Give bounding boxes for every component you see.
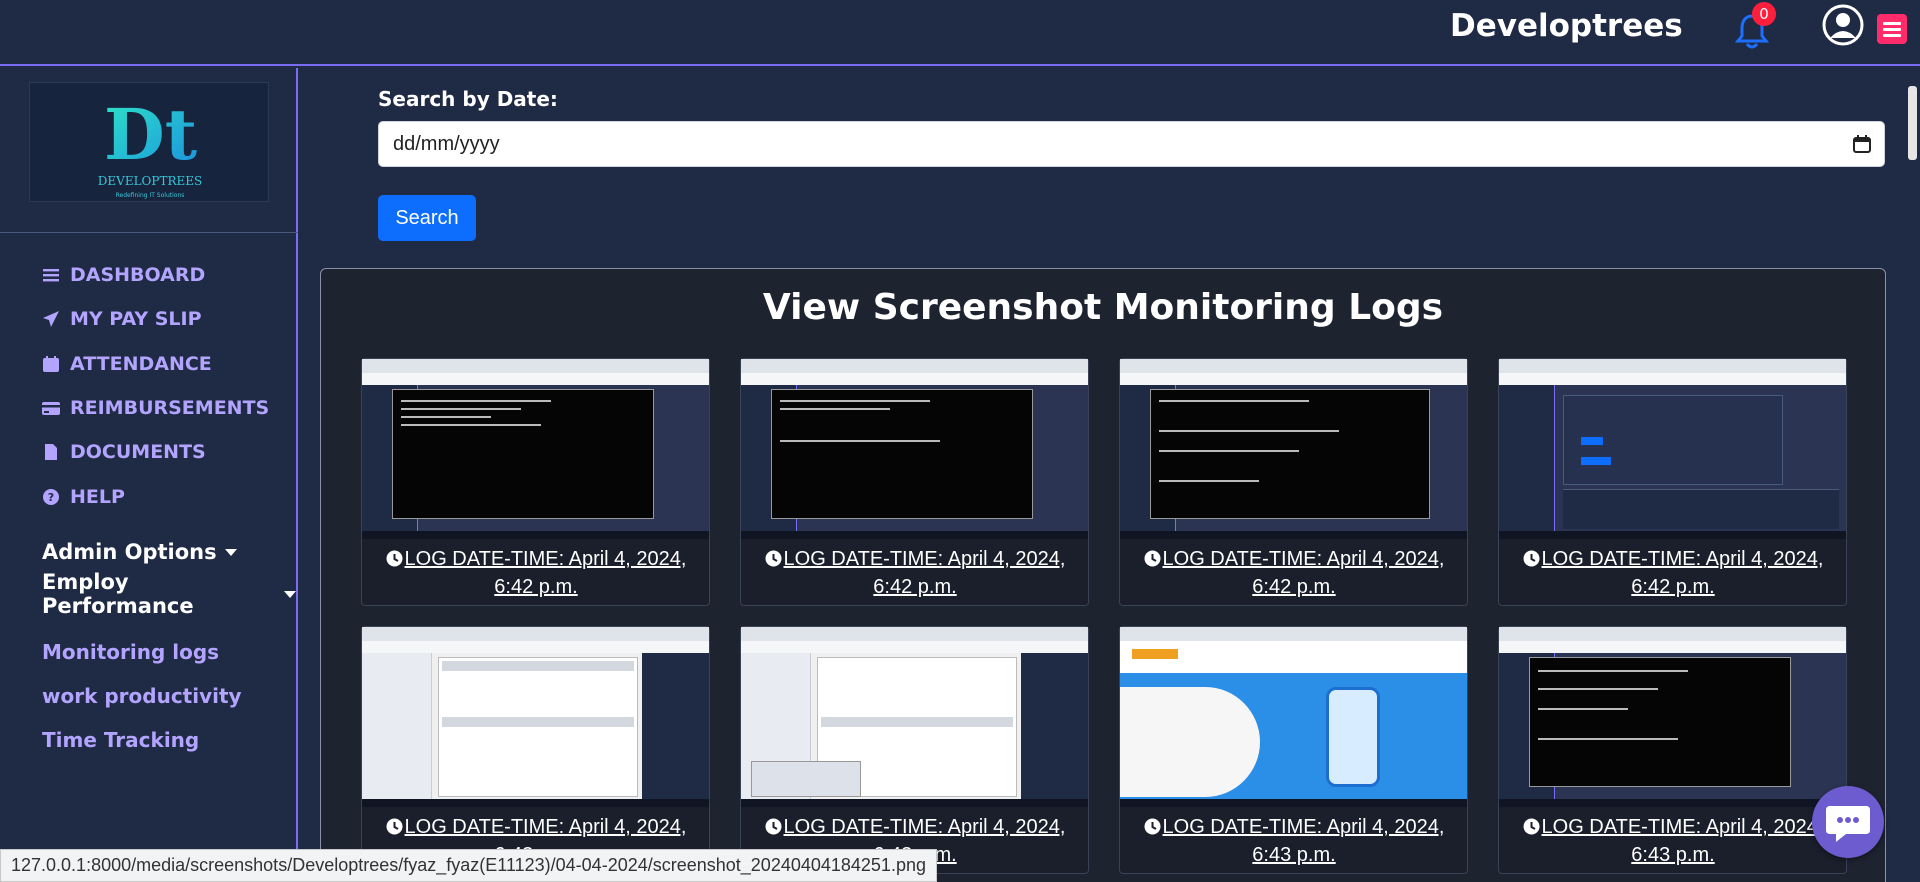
log-caption-link[interactable]: LOG DATE-TIME: April 4, 2024, 6:42 p.m. [747,545,1083,601]
log-card[interactable]: LOG DATE-TIME: April 4, 2024, 6:42 p.m. [740,358,1089,606]
page-scrollbar[interactable] [1905,68,1920,882]
screenshot-thumbnail[interactable] [1499,359,1846,539]
nav-label: DASHBOARD [70,264,206,286]
log-card[interactable]: LOG DATE-TIME: April 4, 2024, 6:42 p.m. [1119,358,1468,606]
notification-badge: 0 [1752,2,1776,26]
nav-label: MY PAY SLIP [70,308,202,330]
nav-label: HELP [70,486,125,508]
log-caption-link[interactable]: LOG DATE-TIME: April 4, 2024, 6:42 p.m. [1505,545,1841,601]
file-icon [45,444,57,460]
screenshot-thumbnail[interactable] [362,627,709,807]
search-button[interactable]: Search [378,195,476,241]
clock-icon [1523,550,1540,567]
chat-bubble-icon [1826,806,1870,842]
clock-icon [386,818,403,835]
brand-title[interactable]: Developtrees [1450,8,1683,44]
clock-icon [1144,818,1161,835]
log-caption-link[interactable]: LOG DATE-TIME: April 4, 2024, 6:43 p.m. [1505,813,1841,869]
credit-card-icon [42,402,60,415]
nav-dashboard[interactable]: DASHBOARD [42,261,205,289]
employ-performance-dropdown[interactable]: Employ Performance [42,570,296,618]
logo-graphic: Dt DEVELOPTREES Redefining IT Solutions [98,93,202,199]
clock-icon [1523,818,1540,835]
caret-down-icon [284,590,296,598]
nav-label: REIMBURSEMENTS [70,397,270,419]
nav-my-pay-slip[interactable]: MY PAY SLIP [42,305,202,333]
nav-documents[interactable]: DOCUMENTS [42,438,206,466]
main-content: Search by Date: dd/mm/yyyy Search View S… [300,68,1905,882]
scrollbar-thumb[interactable] [1908,86,1917,160]
log-caption-link[interactable]: LOG DATE-TIME: April 4, 2024, 6:42 p.m. [368,545,704,601]
screenshot-thumbnail[interactable] [362,359,709,539]
menu-bar [1883,34,1901,37]
clock-icon [765,818,782,835]
log-card[interactable]: LOG DATE-TIME: April 4, 2024, 6:42 p.m. [1498,358,1847,606]
panel-title: View Screenshot Monitoring Logs [762,287,1444,328]
log-card[interactable]: LOG DATE-TIME: April 4, 2024, 6:42 p.m. [361,358,710,606]
question-icon: ? [43,489,59,505]
employ-performance-label: Employ Performance [42,570,194,618]
nav-help[interactable]: ? HELP [42,483,125,511]
link-time-tracking[interactable]: Time Tracking [42,728,199,752]
company-logo[interactable]: Dt DEVELOPTREES Redefining IT Solutions [29,82,269,202]
admin-options-dropdown[interactable]: Admin Options [42,540,237,564]
nav-reimbursements[interactable]: REIMBURSEMENTS [42,394,269,422]
status-bar-url: 127.0.0.1:8000/media/screenshots/Develop… [0,849,937,882]
log-card[interactable]: LOG DATE-TIME: April 4, 2024, 6:43 p.m. [740,626,1089,874]
search-by-date-label: Search by Date: [378,87,558,111]
admin-options-label: Admin Options [42,540,217,564]
chat-button[interactable] [1812,786,1884,858]
clock-icon [765,550,782,567]
paper-plane-icon [43,311,59,327]
hamburger-menu-button[interactable] [1877,14,1907,44]
screenshot-thumbnail[interactable] [741,627,1088,807]
caret-down-icon [224,548,237,556]
link-work-productivity[interactable]: work productivity [42,684,242,708]
screenshot-thumbnail[interactable] [1120,627,1467,807]
menu-bar [1883,28,1901,31]
log-caption-link[interactable]: LOG DATE-TIME: April 4, 2024, 6:42 p.m. [1126,545,1462,601]
logo-tagline: Redefining IT Solutions [116,192,185,199]
svg-text:?: ? [48,491,54,504]
nav-label: DOCUMENTS [70,441,206,463]
log-card[interactable]: LOG DATE-TIME: April 4, 2024, 6:43 p.m. [361,626,710,874]
menu-bar [1883,22,1901,25]
screenshot-logs-panel: View Screenshot Monitoring Logs LOG DATE… [320,268,1886,882]
screenshot-thumbnail[interactable] [741,359,1088,539]
clock-icon [1144,550,1161,567]
logo-mark: Dt [104,93,197,176]
date-input[interactable]: dd/mm/yyyy [378,121,1885,167]
nav-label: ATTENDANCE [70,353,212,375]
date-placeholder: dd/mm/yyyy [393,132,500,155]
screenshot-thumbnail[interactable] [1120,359,1467,539]
calendar-picker-icon[interactable] [1852,134,1872,154]
top-navbar: Developtrees 0 [0,0,1920,66]
logo-text: DEVELOPTREES [98,174,202,188]
divider [0,232,298,233]
log-card[interactable]: LOG DATE-TIME: April 4, 2024, 6:43 p.m. [1498,626,1847,874]
log-card[interactable]: LOG DATE-TIME: April 4, 2024, 6:43 p.m. [1119,626,1468,874]
screenshot-thumbnail[interactable] [1499,627,1846,807]
user-avatar-icon[interactable] [1822,4,1864,46]
log-caption-link[interactable]: LOG DATE-TIME: April 4, 2024, 6:43 p.m. [1126,813,1462,869]
clock-icon [386,550,403,567]
nav-attendance[interactable]: ATTENDANCE [42,350,212,378]
link-monitoring-logs[interactable]: Monitoring logs [42,640,219,664]
sidebar: Dt DEVELOPTREES Redefining IT Solutions … [0,68,298,882]
list-icon [43,269,59,282]
calendar-icon [43,356,59,372]
